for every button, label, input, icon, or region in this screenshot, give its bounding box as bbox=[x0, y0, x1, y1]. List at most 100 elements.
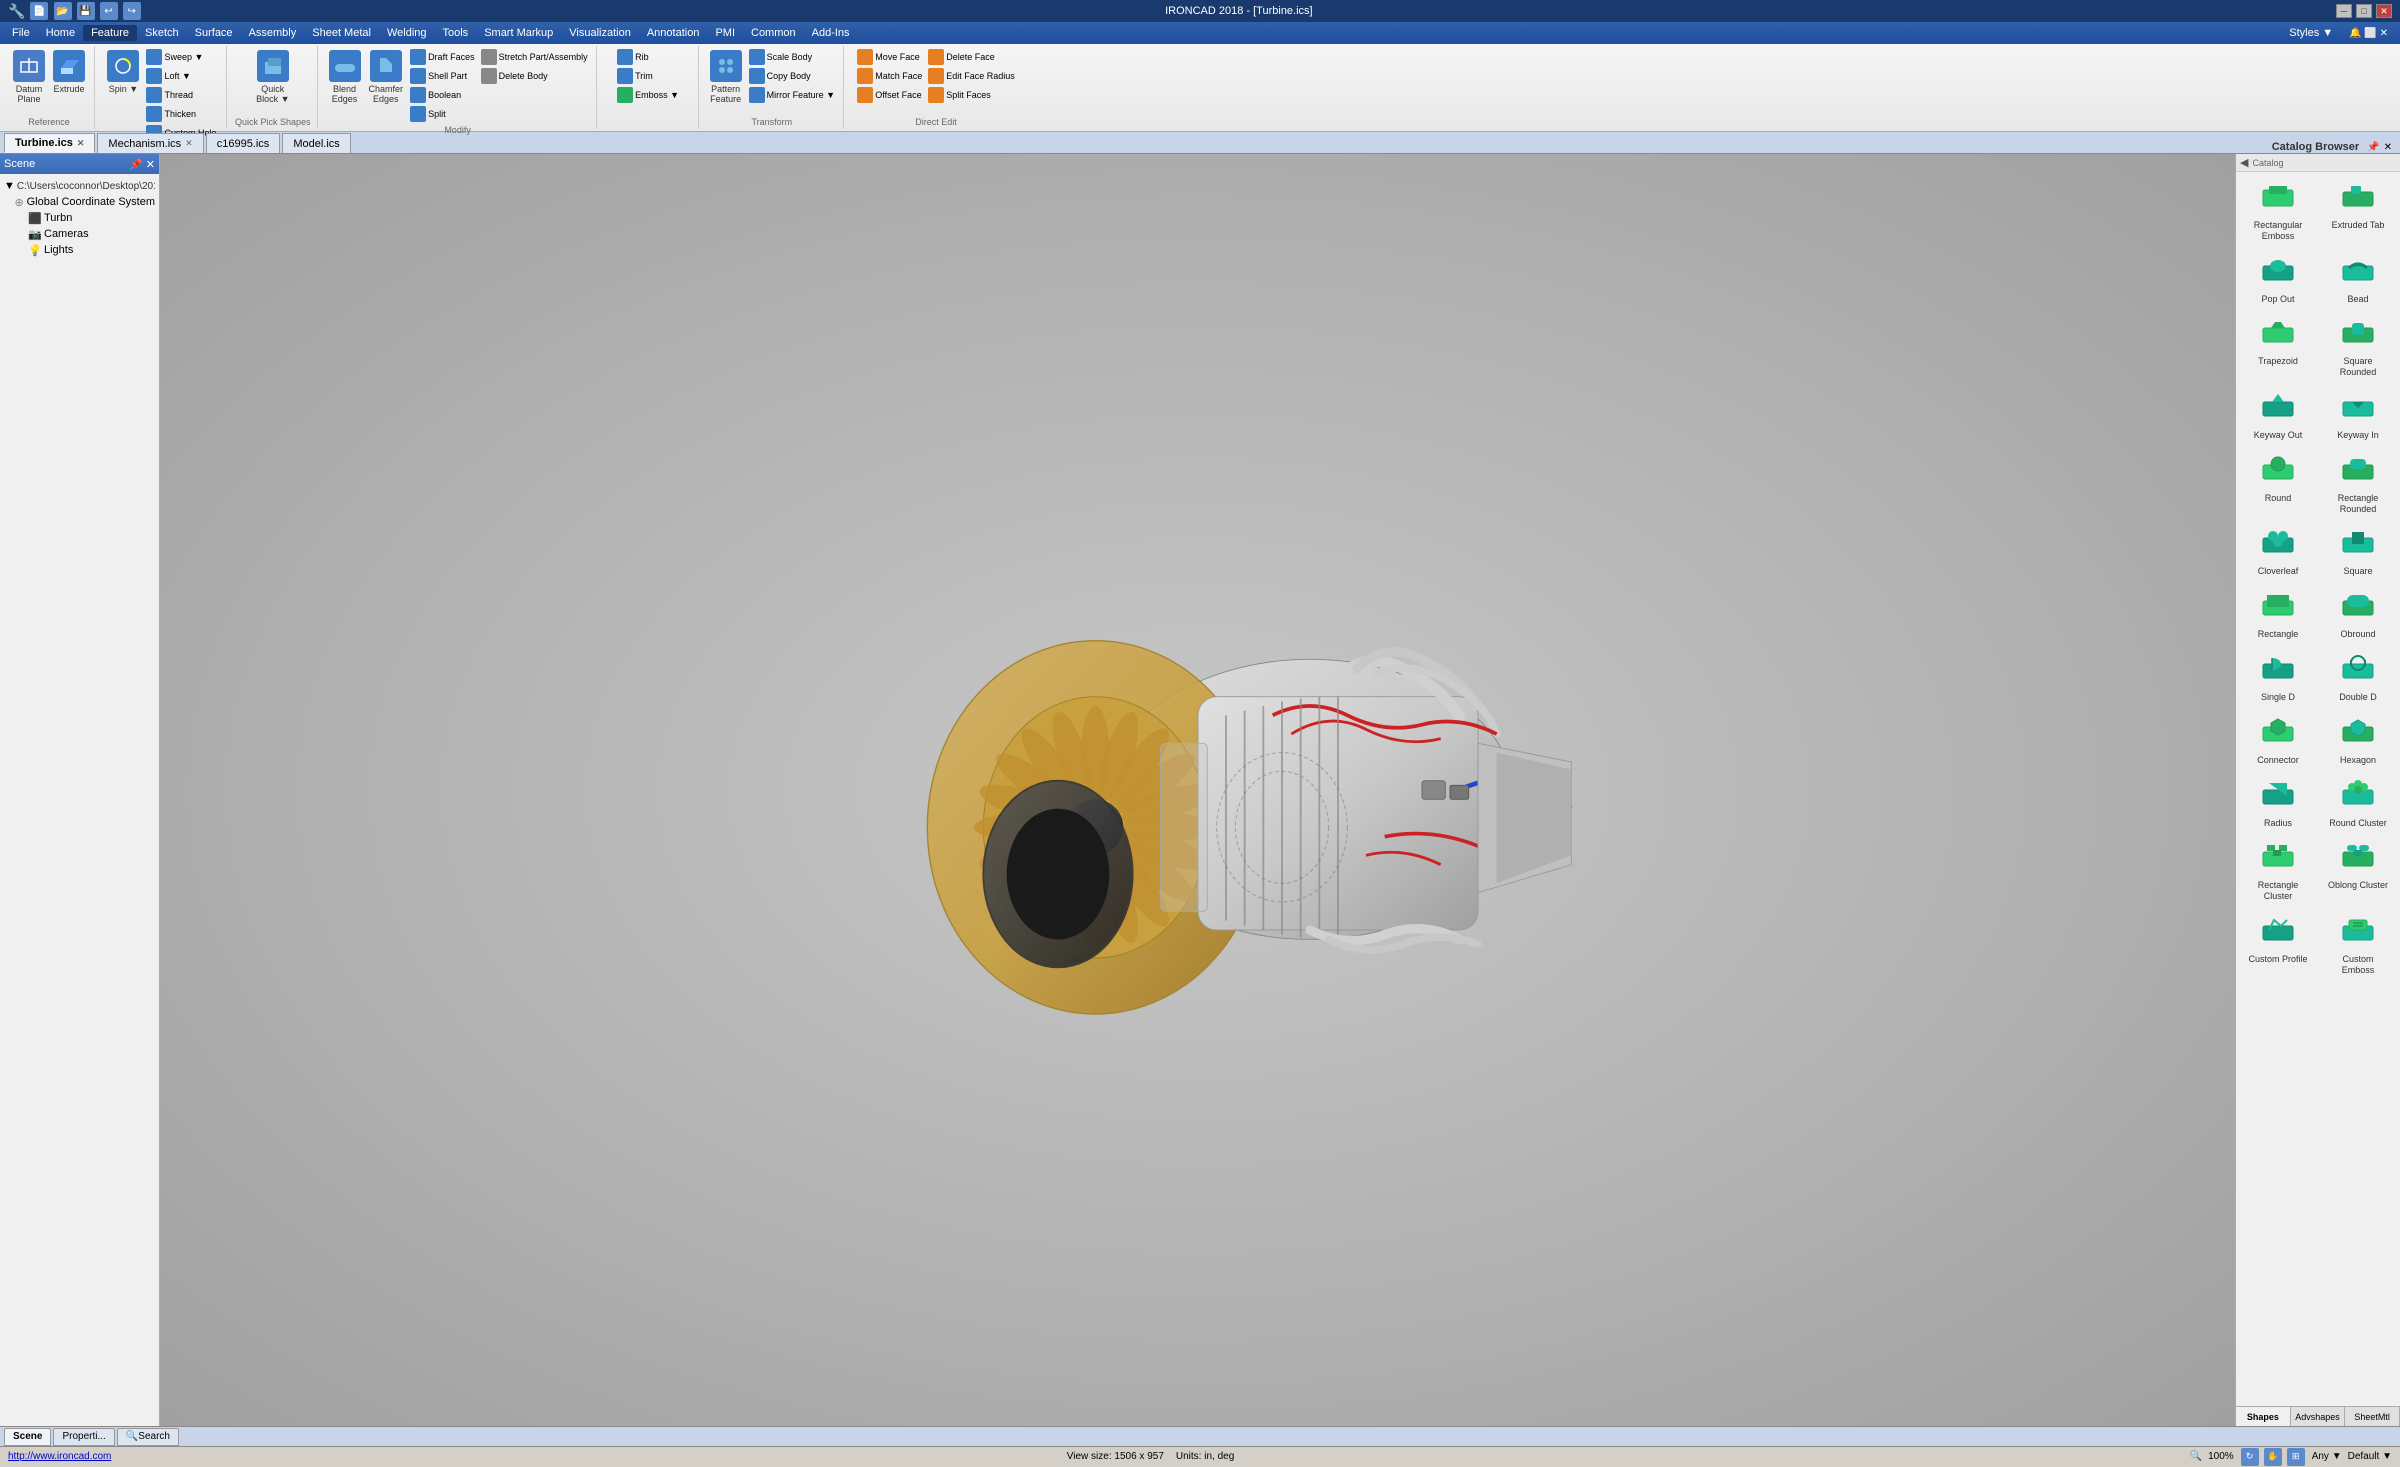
catalog-item-square[interactable]: Square bbox=[2327, 522, 2389, 577]
catalog-item-custom-emboss[interactable]: Custom Emboss bbox=[2327, 910, 2389, 976]
tab-mechanism[interactable]: Mechanism.ics ✕ bbox=[97, 133, 203, 153]
tab-c16995[interactable]: c16995.ics bbox=[206, 133, 281, 153]
spin-button[interactable]: Spin ▼ bbox=[104, 48, 142, 96]
menu-pmi[interactable]: PMI bbox=[707, 25, 743, 41]
quickblock-button[interactable]: QuickBlock ▼ bbox=[253, 48, 292, 106]
catalog-item-cloverleaf[interactable]: Cloverleaf bbox=[2247, 522, 2309, 577]
datum-plane-button[interactable]: DatumPlane bbox=[10, 48, 48, 106]
catalog-close-button[interactable]: ✕ bbox=[2384, 142, 2392, 153]
catalog-item-rect-emboss[interactable]: Rectangular Emboss bbox=[2247, 176, 2309, 242]
catalog-item-double-d[interactable]: Double D bbox=[2327, 648, 2389, 703]
catalog-item-trapezoid[interactable]: Trapezoid bbox=[2247, 312, 2309, 378]
menu-file[interactable]: File bbox=[4, 25, 38, 41]
catalog-item-rect-rounded[interactable]: Rectangle Rounded bbox=[2327, 449, 2389, 515]
catalog-item-keyway-in[interactable]: Keyway In bbox=[2327, 386, 2389, 441]
chamfer-edges-button[interactable]: ChamferEdges bbox=[366, 48, 407, 106]
draft-faces-button[interactable]: Draft Faces bbox=[408, 48, 477, 66]
scene-tab-search[interactable]: 🔍 Search bbox=[117, 1428, 179, 1446]
menu-common[interactable]: Common bbox=[743, 25, 804, 41]
rib-button[interactable]: Rib bbox=[615, 48, 681, 66]
tree-item-global[interactable]: ⊕ Global Coordinate System bbox=[4, 194, 155, 210]
menu-assembly[interactable]: Assembly bbox=[241, 25, 305, 41]
catalog-item-radius[interactable]: Radius bbox=[2247, 774, 2309, 829]
menu-addins[interactable]: Add-Ins bbox=[804, 25, 858, 41]
render-default-dropdown[interactable]: Default ▼ bbox=[2348, 1451, 2392, 1462]
thread-button[interactable]: Thread bbox=[144, 86, 218, 104]
catalog-item-custom-profile[interactable]: Custom Profile bbox=[2247, 910, 2309, 976]
offset-face-button[interactable]: Offset Face bbox=[855, 86, 924, 104]
website-link[interactable]: http://www.ironcad.com bbox=[8, 1451, 111, 1462]
split-button[interactable]: Split bbox=[408, 105, 477, 123]
shell-part-button[interactable]: Shell Part bbox=[408, 67, 477, 85]
tree-item-cameras[interactable]: 📷 Cameras bbox=[4, 226, 155, 242]
mirror-feature-button[interactable]: Mirror Feature ▼ bbox=[747, 86, 837, 104]
match-face-button[interactable]: Match Face bbox=[855, 67, 924, 85]
pan-icon[interactable]: ✋ bbox=[2264, 1448, 2282, 1466]
catalog-back-button[interactable]: ◀ bbox=[2240, 156, 2248, 169]
menu-home[interactable]: Home bbox=[38, 25, 83, 41]
catalog-item-keyway-out[interactable]: Keyway Out bbox=[2247, 386, 2309, 441]
catalog-tab-shapes[interactable]: Shapes bbox=[2236, 1407, 2291, 1426]
scene-panel-pin[interactable]: 📌 bbox=[129, 158, 143, 171]
catalog-pin-button[interactable]: 📌 bbox=[2367, 142, 2379, 153]
stretch-button[interactable]: Stretch Part/Assembly bbox=[479, 48, 590, 66]
maximize-button[interactable]: □ bbox=[2356, 4, 2372, 18]
menu-tools[interactable]: Tools bbox=[435, 25, 477, 41]
new-icon[interactable]: 📄 bbox=[30, 2, 48, 20]
redo-icon[interactable]: ↪ bbox=[123, 2, 141, 20]
menu-smartmarkup[interactable]: Smart Markup bbox=[476, 25, 561, 41]
tree-item-root[interactable]: ▼ C:\Users\coconnor\Desktop\201... bbox=[4, 178, 155, 194]
tab-turbine-close[interactable]: ✕ bbox=[77, 138, 85, 149]
split-faces-button[interactable]: Split Faces bbox=[926, 86, 1017, 104]
scene-tab-scene[interactable]: Scene bbox=[4, 1428, 51, 1446]
snap-any-dropdown[interactable]: Any ▼ bbox=[2312, 1451, 2342, 1462]
catalog-item-bead[interactable]: Bead bbox=[2327, 250, 2389, 305]
emboss-button[interactable]: Emboss ▼ bbox=[615, 86, 681, 104]
delete-face-button[interactable]: Delete Face bbox=[926, 48, 1017, 66]
trim-button[interactable]: Trim bbox=[615, 67, 681, 85]
tree-item-turbn[interactable]: ⬛ Turbn bbox=[4, 210, 155, 226]
edit-face-radius-button[interactable]: Edit Face Radius bbox=[926, 67, 1017, 85]
catalog-item-pop-out[interactable]: Pop Out bbox=[2247, 250, 2309, 305]
catalog-item-rectangle[interactable]: Rectangle bbox=[2247, 585, 2309, 640]
close-button[interactable]: ✕ bbox=[2376, 4, 2392, 18]
scene-panel-close[interactable]: ✕ bbox=[146, 158, 155, 171]
catalog-tab-sheetmtl[interactable]: SheetMtl bbox=[2345, 1407, 2400, 1426]
thicken-button[interactable]: Thicken bbox=[144, 105, 218, 123]
catalog-item-connector[interactable]: Connector bbox=[2247, 711, 2309, 766]
menu-sketch[interactable]: Sketch bbox=[137, 25, 187, 41]
scene-tab-properties[interactable]: Properti... bbox=[53, 1428, 114, 1446]
catalog-item-oblong-cluster[interactable]: Oblong Cluster bbox=[2327, 836, 2389, 902]
catalog-item-extruded-tab[interactable]: Extruded Tab bbox=[2327, 176, 2389, 242]
zoom-fit-icon[interactable]: ⊞ bbox=[2287, 1448, 2305, 1466]
minimize-button[interactable]: ─ bbox=[2336, 4, 2352, 18]
viewport[interactable] bbox=[160, 154, 2235, 1426]
save-icon[interactable]: 💾 bbox=[77, 2, 95, 20]
tab-model[interactable]: Model.ics bbox=[282, 133, 350, 153]
extrude-button[interactable]: Extrude bbox=[50, 48, 88, 96]
sweep-button[interactable]: Sweep ▼ bbox=[144, 48, 218, 66]
catalog-item-rect-cluster[interactable]: Rectangle Cluster bbox=[2247, 836, 2309, 902]
catalog-item-square-rounded[interactable]: Square Rounded bbox=[2327, 312, 2389, 378]
deletebody-button[interactable]: Delete Body bbox=[479, 67, 590, 85]
catalog-item-obround[interactable]: Obround bbox=[2327, 585, 2389, 640]
loft-button[interactable]: Loft ▼ bbox=[144, 67, 218, 85]
move-face-button[interactable]: Move Face bbox=[855, 48, 924, 66]
menu-sheetmetal[interactable]: Sheet Metal bbox=[304, 25, 379, 41]
catalog-item-round[interactable]: Round bbox=[2247, 449, 2309, 515]
menu-styles[interactable]: Styles ▼ bbox=[2281, 25, 2341, 41]
menu-welding[interactable]: Welding bbox=[379, 25, 435, 41]
menu-feature[interactable]: Feature bbox=[83, 25, 137, 41]
undo-icon[interactable]: ↩ bbox=[100, 2, 118, 20]
menu-surface[interactable]: Surface bbox=[187, 25, 241, 41]
blend-edges-button[interactable]: BlendEdges bbox=[326, 48, 364, 106]
catalog-tab-advshapes[interactable]: Advshapes bbox=[2291, 1407, 2346, 1426]
scale-body-button[interactable]: Scale Body bbox=[747, 48, 837, 66]
catalog-item-round-cluster[interactable]: Round Cluster bbox=[2327, 774, 2389, 829]
tab-turbine[interactable]: Turbine.ics ✕ bbox=[4, 133, 95, 153]
rotate-icon[interactable]: ↻ bbox=[2241, 1448, 2259, 1466]
catalog-item-hexagon[interactable]: Hexagon bbox=[2327, 711, 2389, 766]
catalog-item-single-d[interactable]: Single D bbox=[2247, 648, 2309, 703]
boolean-button[interactable]: Boolean bbox=[408, 86, 477, 104]
open-icon[interactable]: 📂 bbox=[54, 2, 72, 20]
